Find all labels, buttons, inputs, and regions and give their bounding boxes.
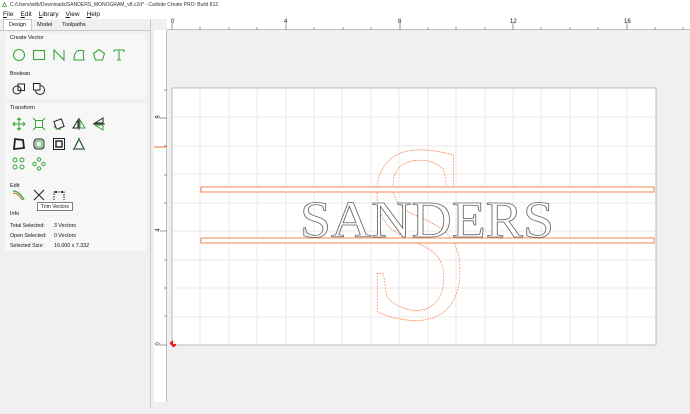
sanders-text-vector[interactable]: SANDERS — [300, 192, 555, 250]
origin-marker-icon — [169, 340, 177, 348]
design-canvas[interactable]: S SANDERS — [0, 0, 690, 414]
